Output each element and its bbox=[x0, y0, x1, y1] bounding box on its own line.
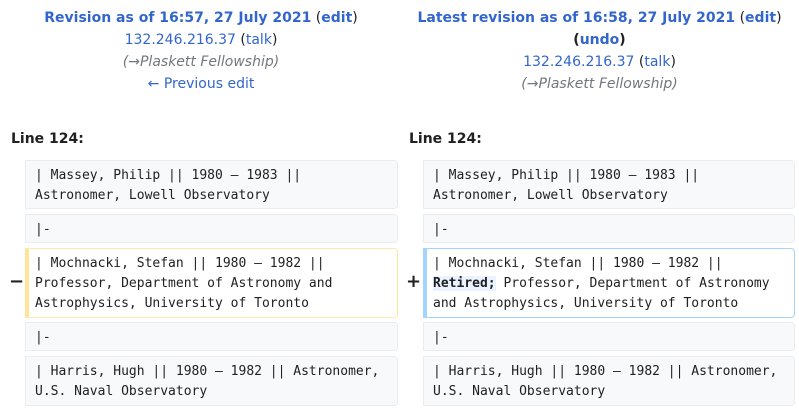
paren: ) bbox=[352, 10, 358, 26]
section-arrow-link[interactable]: → bbox=[128, 54, 140, 70]
context-line-left: | Harris, Hugh || 1980 – 1982 || Astrono… bbox=[25, 356, 398, 406]
paren: ) bbox=[273, 54, 280, 70]
context-line-left: | Massey, Philip || 1980 – 1983 || Astro… bbox=[25, 160, 398, 209]
inserted-text: Retired; bbox=[433, 276, 496, 291]
edit-summary: (→Plaskett Fellowship) bbox=[0, 51, 402, 73]
latest-revision-link[interactable]: Latest revision as of 16:58, 27 July 202… bbox=[417, 10, 735, 26]
new-revision-header: Latest revision as of 16:58, 27 July 202… bbox=[400, 7, 799, 95]
added-line-text: | Mochnacki, Stefan || 1980 – 1982 || bbox=[433, 256, 731, 271]
edit-summary: (→Plaskett Fellowship) bbox=[400, 73, 799, 95]
context-line-right: |- bbox=[423, 322, 795, 351]
edit-link[interactable]: edit bbox=[745, 10, 776, 26]
paren: ) bbox=[672, 76, 678, 92]
context-line-left: |- bbox=[25, 322, 398, 351]
line-number-right: Line 124: bbox=[409, 131, 482, 147]
talk-link[interactable]: talk bbox=[246, 32, 272, 48]
added-line-marker: + bbox=[406, 271, 422, 292]
paren: ) bbox=[619, 32, 626, 48]
old-revision-link[interactable]: Revision as of 16:57, 27 July 2021 bbox=[44, 10, 311, 26]
context-line-left: |- bbox=[25, 214, 398, 243]
added-line: | Mochnacki, Stefan || 1980 – 1982 || Re… bbox=[423, 248, 795, 318]
paren: ) bbox=[670, 54, 676, 70]
deleted-line-marker: − bbox=[9, 271, 25, 292]
undo-link[interactable]: undo bbox=[580, 32, 620, 48]
section-arrow-link[interactable]: → bbox=[527, 76, 539, 92]
user-link[interactable]: 132.246.216.37 bbox=[523, 54, 634, 70]
context-line-right: |- bbox=[423, 214, 795, 243]
deleted-line: | Mochnacki, Stefan || 1980 – 1982 || Pr… bbox=[25, 248, 398, 318]
line-number-left: Line 124: bbox=[11, 131, 84, 147]
paren: ) bbox=[776, 10, 782, 26]
section-name: Plaskett Fellowship bbox=[139, 54, 274, 70]
edit-link[interactable]: edit bbox=[321, 10, 352, 26]
previous-edit-link[interactable]: ← Previous edit bbox=[148, 76, 255, 92]
section-name: Plaskett Fellowship bbox=[538, 76, 673, 92]
context-line-right: | Harris, Hugh || 1980 – 1982 || Astrono… bbox=[423, 356, 795, 406]
talk-link[interactable]: talk bbox=[644, 54, 670, 70]
old-revision-header: Revision as of 16:57, 27 July 2021 (edit… bbox=[0, 7, 402, 95]
user-link[interactable]: 132.246.216.37 bbox=[125, 32, 236, 48]
paren: ) bbox=[271, 32, 278, 48]
context-line-right: | Massey, Philip || 1980 – 1983 || Astro… bbox=[423, 160, 795, 209]
